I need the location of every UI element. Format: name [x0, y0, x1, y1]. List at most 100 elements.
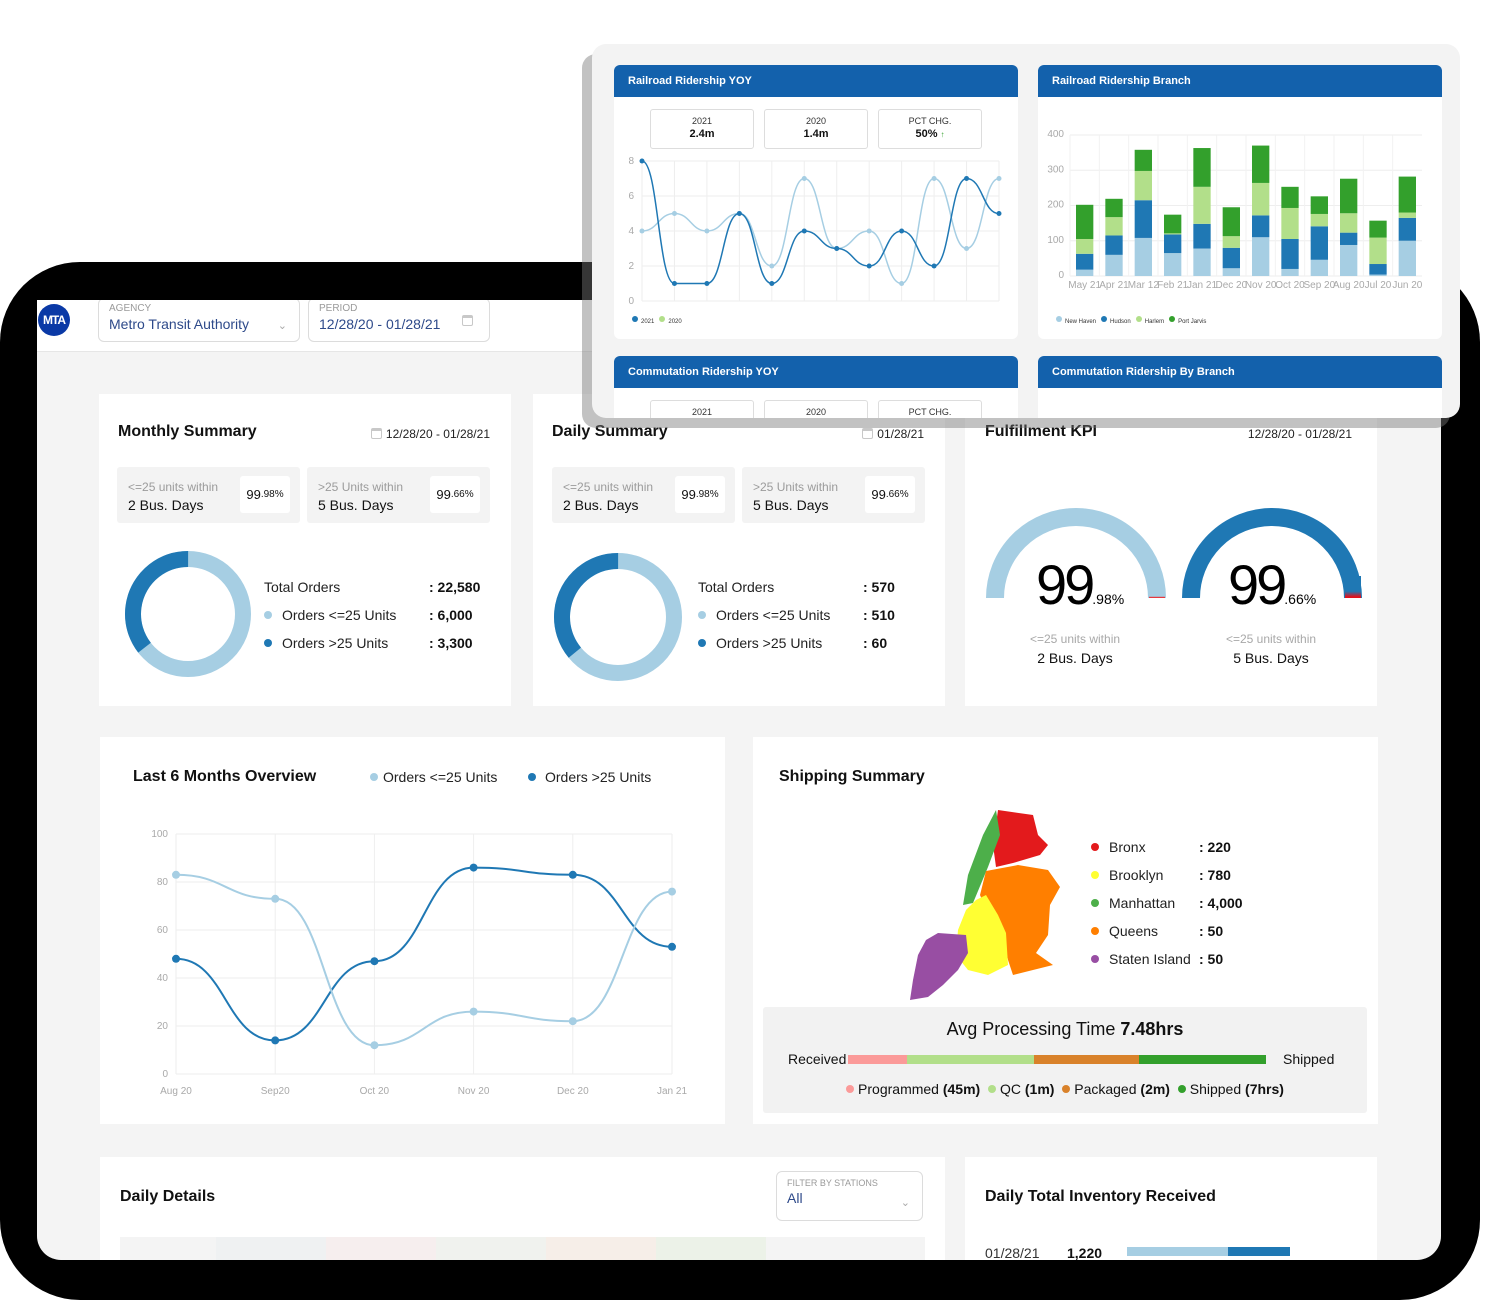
data-point	[370, 1041, 379, 1050]
data-point	[639, 158, 645, 164]
borough-value: : 4,000	[1199, 895, 1243, 911]
card-header: Commutation Ridership By Branch	[1038, 356, 1442, 388]
y-tick-label: 100	[151, 829, 168, 840]
data-point	[671, 281, 677, 286]
x-tick-label: Sep20	[261, 1086, 290, 1097]
gauge-remainder-1	[1149, 586, 1165, 598]
card-date: 12/28/20 - 01/28/21	[1247, 427, 1352, 441]
kpi-pill: >25 Units within 5 Bus. Days 99.66%	[742, 467, 925, 523]
agency-select[interactable]: AGENCY Metro Transit Authority ⌄	[98, 300, 300, 342]
bar-segment	[1340, 213, 1358, 233]
calendar-icon	[462, 315, 477, 328]
y-tick-label: 60	[157, 925, 169, 936]
inventory-bar-segment	[1127, 1247, 1229, 1256]
x-tick-label: Sep 20	[1303, 280, 1335, 291]
x-tick-label: Nov 20	[458, 1086, 490, 1097]
bar-segment	[1222, 268, 1240, 276]
legend-row: Orders <=25 Units	[698, 607, 830, 623]
total-orders-label: Total Orders	[698, 579, 775, 595]
data-point	[899, 228, 905, 234]
bar-segment	[1252, 182, 1270, 216]
processing-legend-item: QC (1m)	[988, 1081, 1062, 1097]
bar-segment	[1193, 223, 1211, 249]
total-orders-value: : 22,580	[429, 579, 481, 595]
total-orders-value: : 570	[863, 579, 895, 595]
data-point	[899, 281, 905, 286]
commutation-yoy-card: Commutation Ridership YOY 2021 2020 PCT …	[614, 356, 1018, 418]
bar-segment	[1310, 259, 1328, 276]
kpi-pill: <=25 units within 2 Bus. Days 99.98%	[117, 467, 300, 523]
x-tick-label: May 21	[1068, 280, 1101, 291]
x-tick-label: Jun 20	[1392, 280, 1422, 291]
y-tick-label: 300	[1047, 164, 1064, 175]
processing-segment	[1138, 1055, 1266, 1064]
stat-box: PCT CHG. 50% ↑	[878, 109, 982, 149]
processing-segment	[906, 1055, 1034, 1064]
data-point	[964, 176, 970, 181]
bar-segment	[1164, 214, 1182, 234]
bar-segment	[1369, 274, 1387, 276]
borough-value: : 780	[1199, 867, 1231, 883]
data-point	[801, 228, 807, 234]
nyc-borough-map	[910, 810, 1060, 1000]
six-months-line-chart: 0 20 40 60 80 100 Aug 20 Sep20 Oct 20 Nov 20 Dec 2…	[151, 829, 687, 1097]
data-point	[172, 954, 180, 963]
x-tick-label: Feb 21	[1157, 280, 1189, 291]
legend-value: : 3,300	[429, 635, 473, 651]
trend-up-icon: ↑	[940, 130, 945, 139]
card-title: Daily Total Inventory Received	[985, 1188, 1216, 1205]
data-point	[996, 211, 1002, 216]
y-tick-label: 100	[1047, 235, 1064, 246]
bar-segment	[1164, 234, 1182, 254]
bar-segment	[1369, 237, 1387, 265]
gauge-main: 2 Bus. Days	[1037, 650, 1113, 666]
station-filter-select[interactable]: FILTER BY STATIONS All ⌄	[776, 1171, 923, 1221]
x-tick-label: Jul 20	[1365, 280, 1392, 291]
bar-segment	[1076, 253, 1094, 270]
card-header: Commutation Ridership YOY	[614, 356, 1018, 388]
bar-segment	[1398, 212, 1416, 218]
inventory-bar-segment	[1228, 1247, 1290, 1256]
pill-pct: 99.98%	[240, 476, 290, 513]
daily-details-card: Daily Details FILTER BY STATIONS All ⌄	[100, 1157, 945, 1260]
data-point	[469, 863, 478, 872]
orders-donut	[554, 553, 682, 681]
pill-sub: <=25 units within	[563, 480, 654, 494]
card-title: Last 6 Months Overview	[133, 768, 317, 785]
data-point	[769, 263, 775, 269]
borough-legend-item: Brooklyn	[1091, 867, 1163, 883]
x-tick-label: Dec 20	[1215, 280, 1247, 291]
period-picker[interactable]: PERIOD 12/28/20 - 01/28/21	[308, 300, 490, 342]
filter-value: All	[787, 1190, 803, 1206]
data-point	[271, 1036, 280, 1045]
x-tick-label: Aug 20	[1333, 280, 1365, 291]
y-tick-label: 40	[157, 973, 169, 984]
card-title: Daily Details	[120, 1188, 216, 1205]
legend-value: : 60	[863, 635, 888, 651]
total-orders-label: Total Orders	[264, 579, 341, 595]
x-tick-label: Aug 20	[160, 1086, 192, 1097]
data-point	[996, 176, 1002, 181]
borough-name: Brooklyn	[1109, 867, 1164, 883]
y-tick-label: 80	[157, 877, 169, 888]
data-point	[469, 1007, 478, 1016]
bar-segment	[1340, 232, 1358, 245]
bar-segment	[1398, 240, 1416, 276]
shipping-summary-card: Shipping Summary Bronx: 220 Brooklyn: 780…	[753, 737, 1378, 1124]
kpi-pill: >25 Units within 5 Bus. Days 99.66%	[307, 467, 490, 523]
data-point	[801, 176, 807, 181]
pill-main: 2 Bus. Days	[563, 497, 639, 513]
bar-segment	[1222, 247, 1240, 269]
card-date: 01/28/21	[862, 427, 924, 441]
borough-legend-item: Staten Island	[1091, 951, 1191, 967]
railroad-branch-card: Railroad Ridership Branch 0 100 200 300 400 M…	[1038, 65, 1442, 339]
pill-pct: 99.98%	[675, 476, 725, 513]
x-tick-label: Dec 20	[557, 1086, 589, 1097]
period-label: PERIOD	[319, 303, 358, 314]
legend-row: Orders <=25 Units	[264, 607, 396, 623]
legend-item: Orders >25 Units	[528, 769, 651, 785]
processing-segment	[1034, 1055, 1139, 1064]
bar-segment	[1076, 238, 1094, 254]
processing-segment	[848, 1055, 907, 1064]
bar-segment	[1222, 207, 1240, 237]
